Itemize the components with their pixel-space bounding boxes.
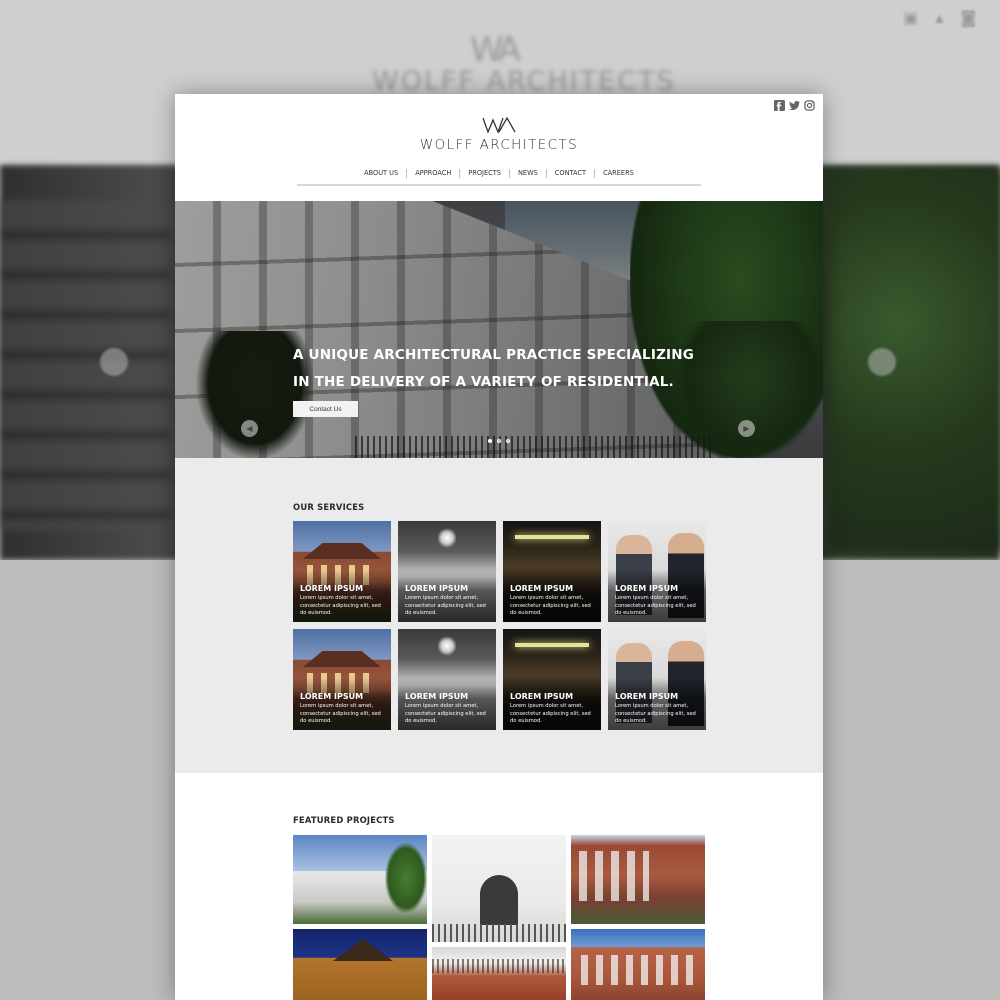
service-title: LOREM IPSUM xyxy=(510,692,574,701)
chevron-right-icon: ▶ xyxy=(743,424,750,433)
hero-overlay xyxy=(175,201,823,458)
service-title: LOREM IPSUM xyxy=(615,692,679,701)
project-image-balcony-facade xyxy=(432,947,566,1000)
website-mockup: WOLFF ARCHITECTS ABOUT US APPROACH PROJE… xyxy=(175,94,823,1000)
project-image-brick-townhouses xyxy=(571,835,705,924)
backdrop-social-icons: ▣ ▴ ◙ xyxy=(903,8,982,27)
service-title: LOREM IPSUM xyxy=(300,692,364,701)
service-card[interactable]: LOREM IPSUM Lorem ipsum dolor sit amet, c… xyxy=(398,629,496,730)
backdrop-prev-arrow xyxy=(100,348,128,376)
project-tile[interactable] xyxy=(432,835,566,942)
hero-headline-line1: A UNIQUE ARCHITECTURAL PRACTICE SPECIALI… xyxy=(293,347,695,363)
main-navigation: ABOUT US APPROACH PROJECTS NEWS CONTACT … xyxy=(297,166,701,186)
featured-projects-title: FEATURED PROJECTS xyxy=(293,815,395,825)
service-title: LOREM IPSUM xyxy=(405,692,469,701)
service-desc: Lorem ipsum dolor sit amet, consectetur … xyxy=(300,595,381,616)
project-image-night-house xyxy=(293,929,427,1000)
slider-dot[interactable] xyxy=(497,439,501,443)
services-section: OUR SERVICES LOREM IPSUM Lorem ipsum dolo… xyxy=(175,458,823,773)
contact-us-button[interactable]: Contact Us xyxy=(293,401,358,417)
nav-projects[interactable]: PROJECTS xyxy=(459,168,509,178)
nav-careers[interactable]: CAREERS xyxy=(594,168,642,178)
project-image-white-villa xyxy=(432,835,566,942)
chevron-left-icon: ◀ xyxy=(246,424,253,433)
service-desc: Lorem ipsum dolor sit amet, consectetur … xyxy=(510,595,591,616)
nav-about-us[interactable]: ABOUT US xyxy=(356,169,406,178)
service-title: LOREM IPSUM xyxy=(405,584,469,593)
project-image-red-brick-row xyxy=(571,929,705,1000)
service-card[interactable]: LOREM IPSUM Lorem ipsum dolor sit amet, c… xyxy=(503,521,601,622)
brand-logo[interactable]: WOLFF ARCHITECTS xyxy=(175,116,823,153)
services-grid: LOREM IPSUM Lorem ipsum dolor sit amet, c… xyxy=(293,521,706,730)
service-card[interactable]: LOREM IPSUM Lorem ipsum dolor sit amet, c… xyxy=(608,629,706,730)
hero-headline-line2: IN THE DELIVERY OF A VARIETY OF RESIDENT… xyxy=(293,374,674,390)
project-tile[interactable] xyxy=(571,835,705,924)
slider-next-button[interactable]: ▶ xyxy=(738,420,755,437)
service-card[interactable]: LOREM IPSUM Lorem ipsum dolor sit amet, c… xyxy=(503,629,601,730)
project-image-crescent-terrace xyxy=(293,835,427,924)
service-card[interactable]: LOREM IPSUM Lorem ipsum dolor sit amet, c… xyxy=(608,521,706,622)
brand-name: WOLFF ARCHITECTS xyxy=(419,137,579,153)
service-card[interactable]: LOREM IPSUM Lorem ipsum dolor sit amet, c… xyxy=(398,521,496,622)
service-desc: Lorem ipsum dolor sit amet, consectetur … xyxy=(405,703,486,724)
backdrop-logo-mark: WA xyxy=(470,30,521,70)
service-card[interactable]: LOREM IPSUM Lorem ipsum dolor sit amet, c… xyxy=(293,629,391,730)
instagram-icon[interactable] xyxy=(804,100,815,111)
project-tile[interactable] xyxy=(571,929,705,1000)
project-tile[interactable] xyxy=(432,947,566,1000)
service-title: LOREM IPSUM xyxy=(300,584,364,593)
backdrop-hero-tree xyxy=(830,170,1000,550)
backdrop-next-arrow xyxy=(868,348,896,376)
slider-prev-button[interactable]: ◀ xyxy=(241,420,258,437)
social-links xyxy=(774,100,815,111)
service-card[interactable]: LOREM IPSUM Lorem ipsum dolor sit amet, c… xyxy=(293,521,391,622)
site-header: WOLFF ARCHITECTS ABOUT US APPROACH PROJE… xyxy=(175,94,823,201)
slider-dot[interactable] xyxy=(506,439,510,443)
backdrop-hero-building xyxy=(0,200,170,530)
hero-slider: ◀ ▶ A UNIQUE ARCHITECTURAL PRACTICE SPEC… xyxy=(175,201,823,458)
backdrop-logo-text: WOLFF ARCHITECTS xyxy=(372,66,676,97)
facebook-icon[interactable] xyxy=(774,100,785,111)
service-title: LOREM IPSUM xyxy=(510,584,574,593)
nav-approach[interactable]: APPROACH xyxy=(406,168,459,178)
service-desc: Lorem ipsum dolor sit amet, consectetur … xyxy=(510,703,591,724)
nav-contact[interactable]: CONTACT xyxy=(545,168,594,178)
featured-projects-section: FEATURED PROJECTS xyxy=(175,773,823,1000)
project-tile[interactable] xyxy=(293,835,427,924)
service-desc: Lorem ipsum dolor sit amet, consectetur … xyxy=(615,703,696,724)
service-title: LOREM IPSUM xyxy=(615,584,679,593)
brand-mark-icon xyxy=(482,116,516,134)
slider-dots xyxy=(488,439,510,443)
twitter-icon[interactable] xyxy=(789,100,800,111)
service-desc: Lorem ipsum dolor sit amet, consectetur … xyxy=(615,595,696,616)
service-desc: Lorem ipsum dolor sit amet, consectetur … xyxy=(405,595,486,616)
services-title: OUR SERVICES xyxy=(293,502,365,512)
hero-headline: A UNIQUE ARCHITECTURAL PRACTICE SPECIALI… xyxy=(293,342,713,396)
nav-news[interactable]: NEWS xyxy=(508,168,546,178)
service-desc: Lorem ipsum dolor sit amet, consectetur … xyxy=(300,703,381,724)
project-tile[interactable] xyxy=(293,929,427,1000)
slider-dot[interactable] xyxy=(488,439,492,443)
